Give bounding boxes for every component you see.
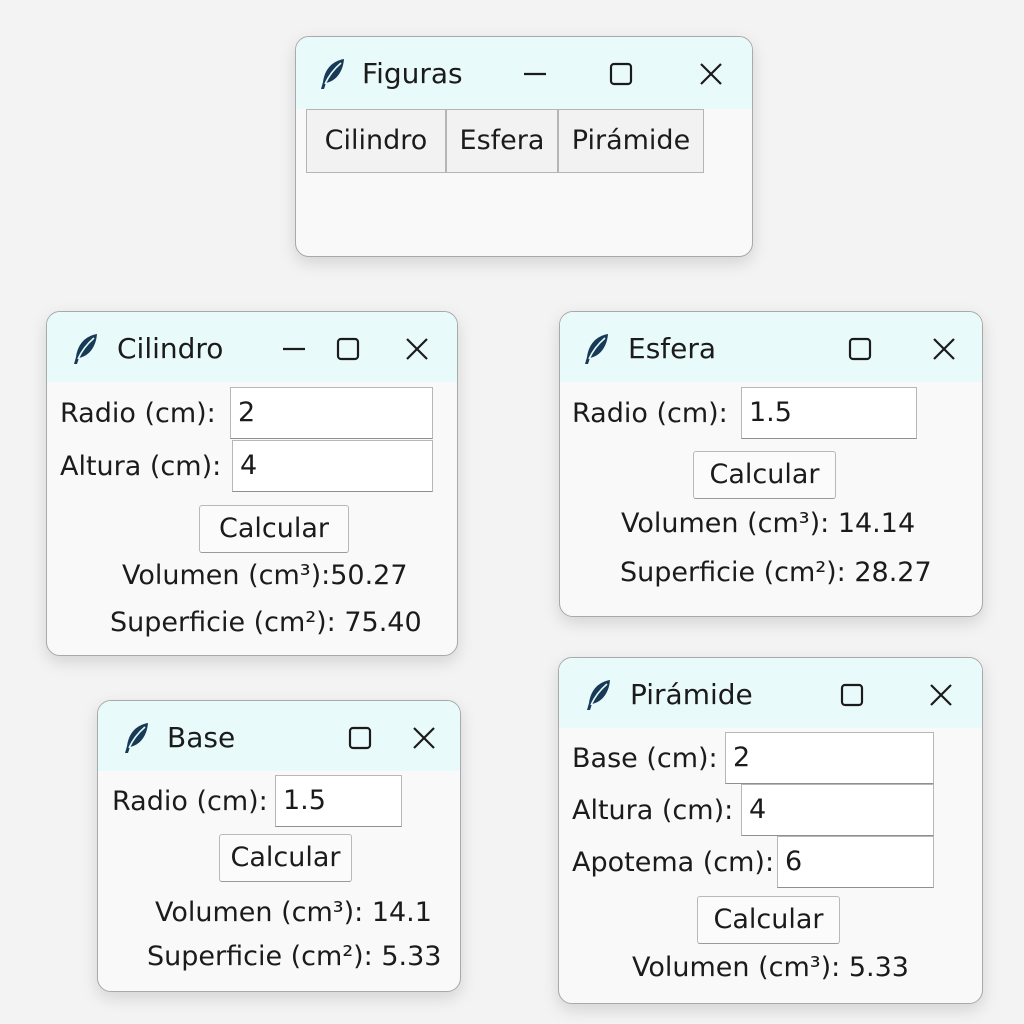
esfera-button[interactable]: Esfera <box>446 109 558 173</box>
window-title: Figuras <box>362 57 463 90</box>
title-bar[interactable]: Esfera <box>560 312 982 382</box>
apotema-label: Apotema (cm): <box>572 847 775 878</box>
piramide-window: Pirámide Base (cm): 2 Altura (cm): 4 Apo… <box>558 657 983 1004</box>
window-title: Cilindro <box>117 332 224 365</box>
calcular-button[interactable]: Calcular <box>693 451 836 499</box>
esfera-window: Esfera Radio (cm): 1.5 Calcular Volumen … <box>559 311 983 617</box>
title-bar[interactable]: Base <box>98 701 460 771</box>
feather-icon <box>584 678 614 712</box>
apotema-input[interactable]: 6 <box>777 836 934 888</box>
feather-icon <box>71 332 101 366</box>
volumen-result: Volumen (cm³): 14.1 <box>155 897 432 928</box>
window-title: Esfera <box>628 332 717 365</box>
title-bar[interactable]: Cilindro <box>47 312 457 382</box>
volumen-result: Volumen (cm³):50.27 <box>122 560 408 591</box>
calcular-button[interactable]: Calcular <box>199 505 349 553</box>
radio-input[interactable]: 1.5 <box>275 775 402 827</box>
maximize-icon[interactable] <box>845 334 875 364</box>
minimize-icon[interactable] <box>279 334 309 364</box>
volumen-result: Volumen (cm³): 5.33 <box>632 952 909 983</box>
feather-icon <box>122 721 152 755</box>
altura-input[interactable]: 4 <box>741 784 934 836</box>
figuras-window: Figuras Cilindro Esfera Pirámide <box>295 36 753 257</box>
feather-icon <box>318 57 348 91</box>
superficie-result: Superficie (cm²): 28.27 <box>620 557 932 588</box>
radio-input[interactable]: 1.5 <box>741 387 917 439</box>
superficie-result: Superficie (cm²): 75.40 <box>110 607 422 638</box>
close-icon[interactable] <box>929 334 959 364</box>
base-label: Base (cm): <box>572 743 718 774</box>
close-icon[interactable] <box>696 59 726 89</box>
maximize-icon[interactable] <box>837 680 867 710</box>
altura-input[interactable]: 4 <box>232 440 433 492</box>
cilindro-window: Cilindro Radio (cm): 2 Altura (cm): 4 Ca… <box>46 311 458 656</box>
base-window: Base Radio (cm): 1.5 Calcular Volumen (c… <box>97 700 461 992</box>
volumen-result: Volumen (cm³): 14.14 <box>621 508 916 539</box>
piramide-button[interactable]: Pirámide <box>558 109 704 173</box>
radio-input[interactable]: 2 <box>230 387 433 439</box>
maximize-icon[interactable] <box>345 723 375 753</box>
superficie-result: Superficie (cm²): 5.33 <box>147 941 442 972</box>
maximize-icon[interactable] <box>333 334 363 364</box>
close-icon[interactable] <box>409 723 439 753</box>
base-input[interactable]: 2 <box>725 732 934 784</box>
radio-label: Radio (cm): <box>112 786 268 817</box>
altura-label: Altura (cm): <box>572 795 734 826</box>
altura-label: Altura (cm): <box>60 451 222 482</box>
calcular-button[interactable]: Calcular <box>697 896 840 944</box>
window-title: Pirámide <box>630 678 753 711</box>
close-icon[interactable] <box>926 680 956 710</box>
cilindro-button[interactable]: Cilindro <box>306 109 446 173</box>
title-bar[interactable]: Pirámide <box>559 658 982 728</box>
minimize-icon[interactable] <box>520 59 550 89</box>
radio-label: Radio (cm): <box>60 398 216 429</box>
window-title: Base <box>167 721 236 754</box>
feather-icon <box>582 332 612 366</box>
maximize-icon[interactable] <box>606 59 636 89</box>
title-bar[interactable]: Figuras <box>296 37 752 109</box>
close-icon[interactable] <box>402 334 432 364</box>
calcular-button[interactable]: Calcular <box>219 834 352 882</box>
radio-label: Radio (cm): <box>572 398 728 429</box>
